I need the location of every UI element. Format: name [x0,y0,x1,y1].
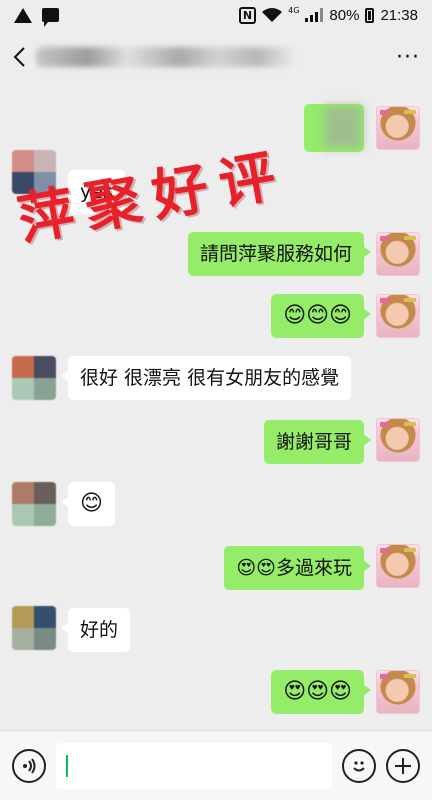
voice-icon[interactable] [12,748,46,783]
my-avatar[interactable] [376,232,420,276]
chat-header: ··· [0,30,432,84]
network-type: 4G [288,5,300,15]
received-message-bubble[interactable]: 好的 [60,608,131,652]
signal-icon [305,8,324,22]
sent-message-bubble[interactable]: 😍😍😍 [271,670,371,714]
my-avatar[interactable] [376,670,420,714]
my-avatar[interactable] [376,294,420,338]
contact-avatar-blurred[interactable] [12,482,56,526]
battery-percent: 80% [329,6,360,24]
my-avatar[interactable] [376,106,420,150]
my-avatar[interactable] [376,544,420,588]
contact-avatar-blurred[interactable] [12,356,56,400]
sent-message-bubble[interactable]: 😍😍多過來玩 [224,546,371,590]
input-bar [0,730,432,800]
blurred-sticker-message[interactable] [304,104,364,152]
sent-message-bubble[interactable]: 😊😊😊 [271,294,371,338]
message-notification-icon [42,8,59,27]
wifi-icon [262,8,283,22]
received-message-bubble[interactable]: 😊 [61,482,115,526]
chat-title-blurred [36,47,296,67]
more-options-icon[interactable]: ··· [396,45,420,70]
message-input[interactable] [56,742,332,789]
status-bar: N 4G 80% 21:38 [0,0,432,30]
smile-emoji-icon: 😊😊😊 [283,303,352,328]
plus-icon[interactable] [386,748,420,783]
battery-icon [365,7,375,23]
my-avatar[interactable] [376,418,420,462]
nfc-icon: N [238,6,257,24]
sent-message-bubble[interactable]: 請問萍聚服務如何 [187,232,372,276]
smile-emoji-icon: 😊 [80,491,103,516]
clock: 21:38 [380,6,418,24]
emoji-icon[interactable] [342,748,376,783]
received-message-bubble[interactable]: 很好 很漂亮 很有女朋友的感覺 [60,356,352,400]
alert-triangle-icon [14,7,32,23]
heart-eyes-emoji-icon: 😍😍😍 [283,679,352,704]
back-arrow-icon[interactable] [12,46,26,68]
text-cursor [66,754,68,777]
sent-message-bubble[interactable]: 謝謝哥哥 [263,420,372,464]
contact-avatar-blurred[interactable] [12,606,56,650]
